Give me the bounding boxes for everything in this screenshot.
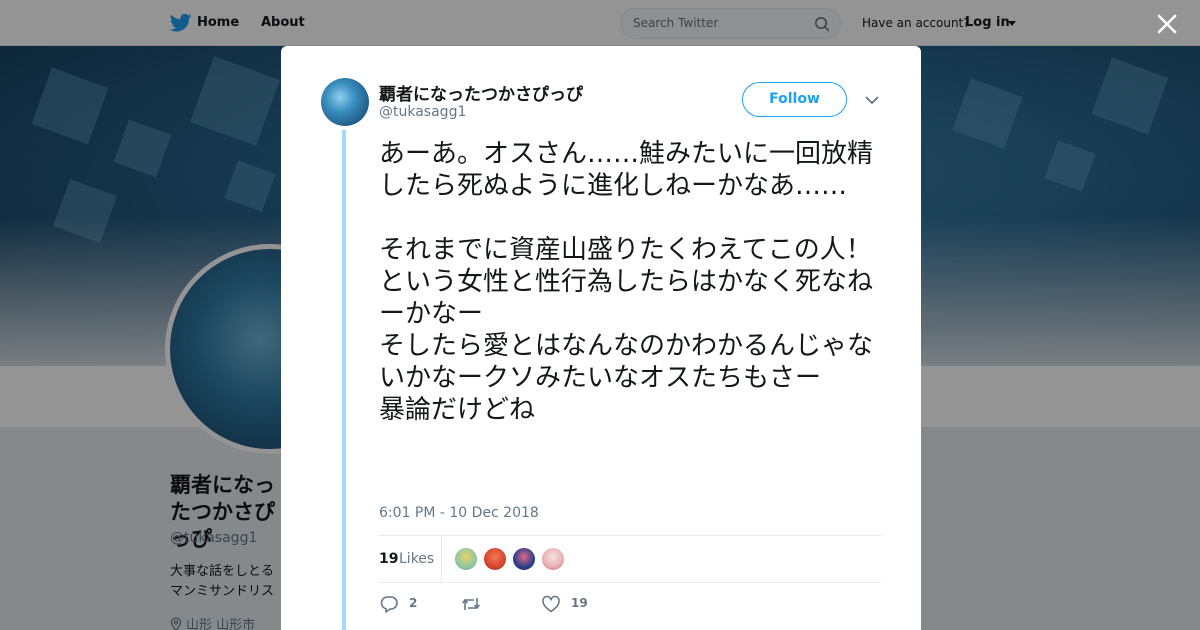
author-handle[interactable]: @tukasagg1 <box>379 104 466 120</box>
follow-button[interactable]: Follow <box>742 82 847 117</box>
thread-line <box>342 130 346 630</box>
reply-button[interactable]: 2 <box>379 594 439 614</box>
liker-avatar[interactable] <box>454 547 478 571</box>
retweet-icon <box>461 598 481 610</box>
liker-avatar[interactable] <box>483 547 507 571</box>
like-button[interactable]: 19 <box>541 594 601 614</box>
likes-count: 19 <box>379 551 399 567</box>
tweet-stats: 19 Likes <box>379 535 881 583</box>
tweet-text: あーあ。オスさん……鮭みたいに一回放精したら死ぬように進化しねーかなあ…… それ… <box>379 139 874 425</box>
likes-label: Likes <box>399 551 435 567</box>
chevron-down-icon[interactable] <box>865 96 879 105</box>
retweet-button[interactable] <box>461 594 521 614</box>
liker-avatar[interactable] <box>541 547 565 571</box>
author-name[interactable]: 覇者になったつかさぴっぴ <box>379 80 583 105</box>
like-count: 19 <box>571 596 588 610</box>
likes-stat[interactable]: 19 Likes <box>379 536 442 582</box>
reply-count: 2 <box>409 596 418 610</box>
heart-icon <box>542 595 560 613</box>
author-avatar[interactable] <box>321 78 369 126</box>
liker-avatar[interactable] <box>512 547 536 571</box>
close-icon[interactable] <box>1155 12 1179 36</box>
reply-icon <box>380 596 398 613</box>
tweet-actions: 2 19 <box>379 594 881 614</box>
tweet-modal: 覇者になったつかさぴっぴ @tukasagg1 Follow あーあ。オスさん…… <box>281 46 921 630</box>
tweet-timestamp[interactable]: 6:01 PM - 10 Dec 2018 <box>379 505 539 521</box>
